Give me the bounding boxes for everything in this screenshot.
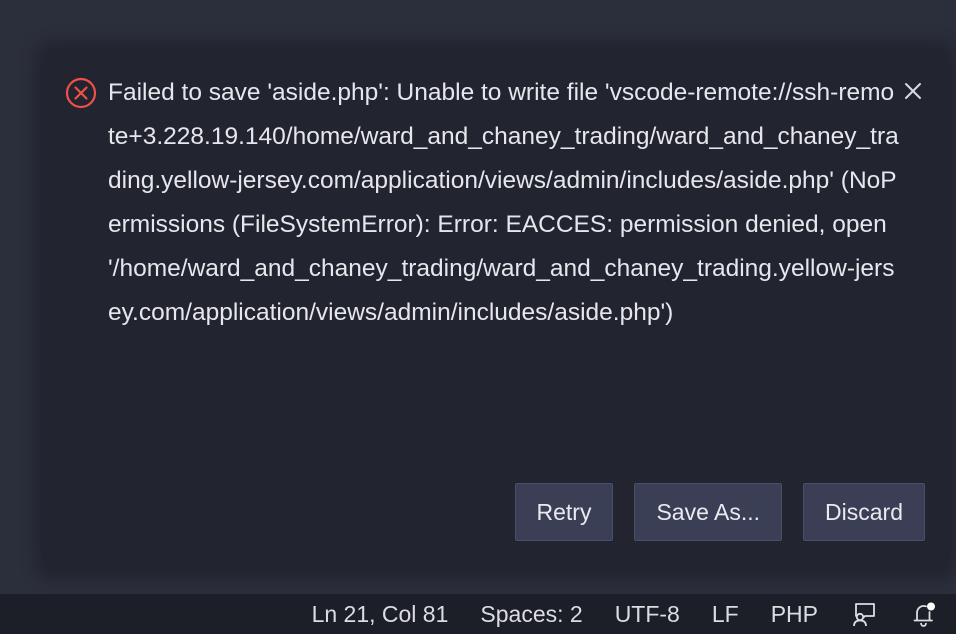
bell-dot-icon[interactable]	[910, 600, 938, 628]
status-encoding[interactable]: UTF-8	[615, 601, 680, 628]
status-bar: Ln 21, Col 81 Spaces: 2 UTF-8 LF PHP	[0, 594, 956, 634]
status-language-mode[interactable]: PHP	[771, 601, 818, 628]
error-circle-x-icon	[65, 77, 97, 109]
discard-button[interactable]: Discard	[803, 483, 925, 541]
editor-background: Failed to save 'aside.php': Unable to wr…	[0, 0, 956, 634]
save-as-button[interactable]: Save As...	[634, 483, 783, 541]
close-icon	[905, 83, 921, 99]
retry-button[interactable]: Retry	[514, 483, 614, 541]
error-notification-toast: Failed to save 'aside.php': Unable to wr…	[44, 50, 948, 570]
status-cursor-position[interactable]: Ln 21, Col 81	[312, 601, 449, 628]
notification-actions: Retry Save As... Discard	[514, 483, 925, 541]
notification-message: Failed to save 'aside.php': Unable to wr…	[108, 79, 899, 326]
status-line-ending[interactable]: LF	[712, 601, 739, 628]
feedback-person-icon[interactable]	[850, 600, 878, 628]
status-indentation[interactable]: Spaces: 2	[480, 601, 582, 628]
close-notification-button[interactable]	[898, 76, 928, 106]
